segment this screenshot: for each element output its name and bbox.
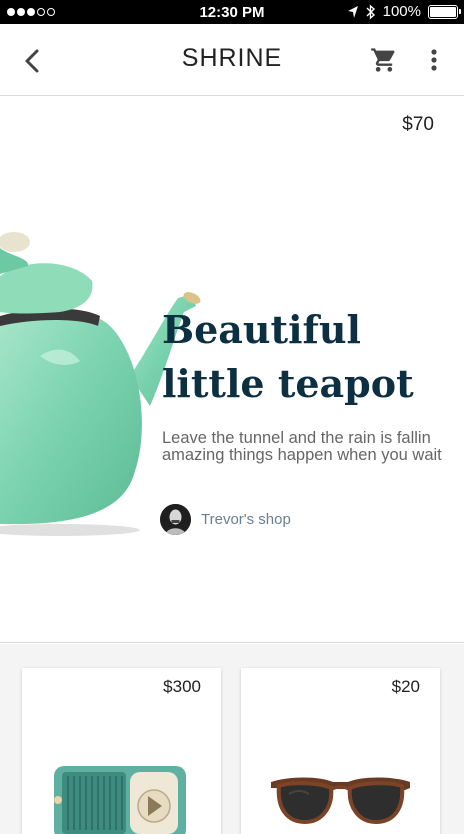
location-arrow-icon (347, 5, 358, 18)
featured-description: Leave the tunnel and the rain is fallin … (162, 429, 442, 464)
app-bar: SHRINE (0, 24, 464, 96)
sunglasses-image (271, 777, 410, 825)
product-price: $300 (163, 677, 201, 696)
battery-icon (428, 4, 461, 19)
featured-title: Beautiful little teapot (162, 303, 452, 411)
battery-percentage: 100% (382, 3, 421, 20)
shop-owner-avatar (160, 504, 191, 535)
product-card-sunglasses[interactable]: $20 (241, 668, 440, 834)
radio-image (54, 766, 186, 834)
featured-title-line-2: little teapot (162, 361, 414, 406)
status-bar: 12:30 PM 100% (0, 0, 464, 24)
product-grid: $300 $20 (0, 644, 464, 834)
bluetooth-icon (366, 3, 375, 20)
featured-price: $70 (402, 114, 434, 135)
product-price: $20 (391, 677, 420, 696)
shop-name: Trevor's shop (201, 511, 291, 528)
featured-product-card[interactable]: $70 Beautiful little teapot Leave the tu… (0, 96, 464, 643)
shop-link[interactable]: Trevor's shop (160, 504, 291, 535)
more-vert-icon[interactable] (424, 46, 444, 74)
product-card-radio[interactable]: $300 (22, 668, 221, 834)
featured-title-line-1: Beautiful (162, 307, 361, 352)
shopping-cart-icon[interactable] (370, 46, 398, 74)
